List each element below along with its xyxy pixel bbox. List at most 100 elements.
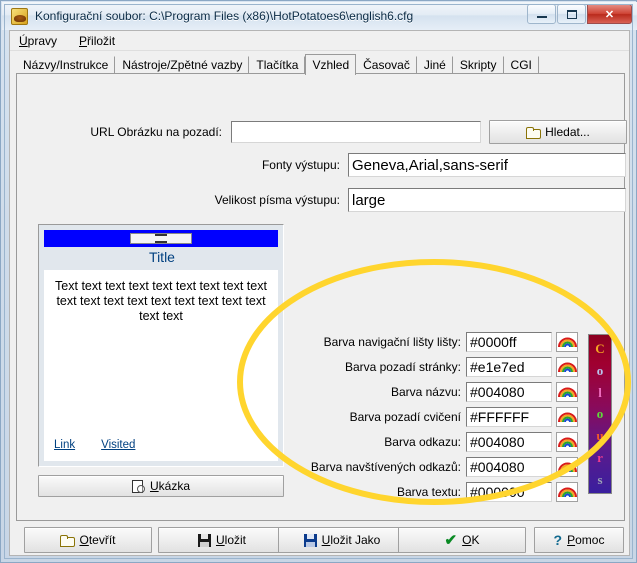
colour-row-navbar: Barva navigační lišty lišty: #0000ff (310, 331, 578, 353)
screenshot-root: Konfigurační soubor: C:\Program Files (x… (0, 0, 637, 563)
banner-letter: s (597, 471, 603, 487)
banner-letter: o (596, 406, 604, 422)
help-button[interactable]: ? Pomoc (534, 527, 624, 553)
tab-vzhled[interactable]: Vzhled (305, 54, 357, 75)
rainbow-picker-icon[interactable] (556, 357, 578, 377)
banner-letter: C (595, 341, 605, 357)
minimize-button[interactable] (527, 4, 556, 24)
preview-title: Title (149, 249, 175, 265)
preview-links: Link Visited (54, 439, 135, 451)
colour-input-page-bg[interactable]: #e1e7ed (466, 357, 552, 377)
banner-letter: r (597, 449, 603, 465)
rainbow-picker-icon[interactable] (556, 432, 578, 452)
colour-label-visited-link: Barva navštívených odkazů: (310, 460, 461, 474)
banner-letter: o (596, 363, 604, 379)
client-area: Úpravy Přiložit Názvy/Instrukce Nástroje… (9, 30, 630, 556)
colour-label-text: Barva textu: (396, 485, 461, 499)
output-fonts-input[interactable]: Geneva,Arial,sans-serif (348, 153, 626, 177)
menu-bar: Úpravy Přiložit (10, 31, 629, 51)
preview-nav-bar (44, 230, 278, 247)
colour-label-title: Barva názvu: (390, 385, 461, 399)
menu-item-prilozit[interactable]: Přiložit (77, 33, 117, 49)
rainbow-picker-icon[interactable] (556, 457, 578, 477)
tab-nastroje-zpetne-vazby[interactable]: Nástroje/Zpětné vazby (115, 56, 250, 74)
rainbow-picker-icon[interactable] (556, 407, 578, 427)
preview-visited-label: Visited (101, 439, 136, 451)
tab-cgi[interactable]: CGI (503, 56, 539, 74)
browse-button[interactable]: Hledat... (489, 120, 627, 144)
background-image-url-input[interactable] (231, 121, 481, 143)
open-button[interactable]: Otevřít (24, 527, 152, 553)
colour-input-text[interactable]: #000000 (466, 482, 552, 502)
colour-input-navbar[interactable]: #0000ff (466, 332, 552, 352)
tab-nazvy-instrukce[interactable]: Názvy/Instrukce (16, 56, 116, 74)
menu-item-upravy[interactable]: Úpravy (17, 33, 59, 49)
window-frame: Konfigurační soubor: C:\Program Files (x… (0, 0, 637, 563)
rainbow-picker-icon[interactable] (556, 482, 578, 502)
colour-label-exercise-bg: Barva pozadí cvičení (349, 410, 461, 424)
preview-button-label: Ukázka (149, 479, 191, 493)
background-image-url-label: URL Obrázku na pozadí: (90, 125, 222, 139)
maximize-button[interactable] (557, 4, 586, 24)
colour-row-visited-link: Barva navštívených odkazů: #004080 (310, 456, 578, 478)
ok-button[interactable]: ✔ OK (398, 527, 526, 553)
save-as-button-label: Uložit Jako (321, 533, 381, 547)
preview-body-text: Text text text text text text text text … (55, 279, 267, 323)
colour-input-title[interactable]: #004080 (466, 382, 552, 402)
rainbow-picker-icon[interactable] (556, 382, 578, 402)
question-mark-icon: ? (553, 532, 563, 548)
colour-row-title: Barva názvu: #004080 (310, 381, 578, 403)
ok-button-label: OK (462, 533, 480, 547)
hot-potatoes-icon (11, 7, 28, 25)
browse-button-label: Hledat... (545, 125, 590, 139)
colour-row-link: Barva odkazu: #004080 (310, 431, 578, 453)
tab-strip: Názvy/Instrukce Nástroje/Zpětné vazby Tl… (16, 53, 626, 75)
preview-exercise-body: Text text text text text text text text … (44, 270, 278, 461)
help-button-label: Pomoc (567, 533, 605, 547)
colour-label-page-bg: Barva pozadí stránky: (344, 360, 461, 374)
appearance-preview-panel: Title Text text text text text text text… (38, 224, 284, 467)
output-fontsize-row: Velikost písma výstupu: large (207, 188, 626, 212)
folder-open-icon (60, 534, 76, 547)
preview-nav-button (130, 233, 192, 244)
output-fontsize-label: Velikost písma výstupu: (214, 193, 340, 207)
tab-skripty[interactable]: Skripty (452, 56, 504, 74)
banner-letter: u (596, 428, 604, 444)
maximize-icon (566, 9, 577, 19)
output-fonts-label: Fonty výstupu: (261, 158, 340, 172)
colour-row-text: Barva textu: #000000 (310, 481, 578, 503)
window-title: Konfigurační soubor: C:\Program Files (x… (35, 9, 414, 23)
tab-jine[interactable]: Jiné (416, 56, 453, 74)
page-magnifier-icon (131, 479, 145, 493)
output-fonts-row: Fonty výstupu: Geneva,Arial,sans-serif (207, 153, 626, 177)
folder-open-icon (526, 126, 542, 139)
save-button[interactable]: Uložit (158, 527, 286, 553)
colours-banner-image: C o l o u r s (588, 334, 612, 494)
dialog-button-bar: Otevřít Uložit Uložit Jako ✔ OK ? Pomoc (16, 527, 625, 553)
colour-input-exercise-bg[interactable]: #FFFFFF (466, 407, 552, 427)
floppy-disk-blue-icon (303, 533, 317, 547)
colour-settings-group: Barva navigační lišty lišty: #0000ff Bar… (310, 331, 578, 506)
rainbow-picker-icon[interactable] (556, 332, 578, 352)
minimize-icon (536, 16, 547, 18)
preview-button[interactable]: Ukázka (38, 475, 284, 497)
save-button-label: Uložit (215, 533, 246, 547)
floppy-disk-icon (197, 533, 211, 547)
colour-input-link[interactable]: #004080 (466, 432, 552, 452)
close-button[interactable]: ✕ (587, 4, 632, 24)
background-image-url-row: URL Obrázku na pozadí: Hledat... (57, 120, 627, 144)
tab-tlacitka[interactable]: Tlačítka (249, 56, 306, 74)
colour-label-link: Barva odkazu: (384, 435, 461, 449)
save-as-button[interactable]: Uložit Jako (278, 527, 406, 553)
colour-row-exercise-bg: Barva pozadí cvičení #FFFFFF (310, 406, 578, 428)
title-bar: Konfigurační soubor: C:\Program Files (x… (2, 2, 637, 30)
open-button-label: Otevřít (79, 533, 116, 547)
output-fontsize-input[interactable]: large (348, 188, 626, 212)
colour-row-page-bg: Barva pozadí stránky: #e1e7ed (310, 356, 578, 378)
window-controls: ✕ (526, 4, 632, 24)
green-check-icon: ✔ (444, 531, 458, 549)
colour-input-visited-link[interactable]: #004080 (466, 457, 552, 477)
tab-casovac[interactable]: Časovač (356, 56, 417, 74)
banner-letter: l (598, 384, 602, 400)
preview-link-label: Link (54, 439, 76, 451)
